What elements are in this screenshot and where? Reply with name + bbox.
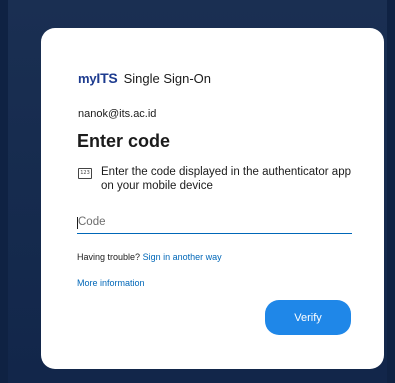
instruction-text: Enter the code displayed in the authenti…	[101, 166, 351, 192]
keypad-icon: 123	[78, 168, 92, 179]
verify-button[interactable]: Verify	[265, 300, 351, 335]
page-title: Enter code	[77, 131, 171, 151]
right-border	[387, 0, 395, 383]
account-email: nanok@its.ac.id	[78, 108, 157, 120]
myits-logo: myITS	[78, 70, 118, 86]
trouble-line: Having trouble? Sign in another way	[77, 252, 222, 262]
trouble-label: Having trouble?	[77, 252, 141, 262]
more-information-link[interactable]: More information	[77, 278, 145, 288]
sign-in-another-way-link[interactable]: Sign in another way	[143, 252, 222, 262]
text-caret	[77, 217, 78, 229]
left-border	[0, 0, 8, 383]
code-input[interactable]	[77, 211, 352, 234]
sign-in-card: myITS Single Sign-On nanok@its.ac.id Ent…	[41, 28, 384, 369]
instruction-hint: 123 Enter the code displayed in the auth…	[78, 165, 358, 193]
brand-title: Single Sign-On	[123, 71, 212, 86]
brand-header: myITS Single Sign-On	[78, 70, 211, 86]
